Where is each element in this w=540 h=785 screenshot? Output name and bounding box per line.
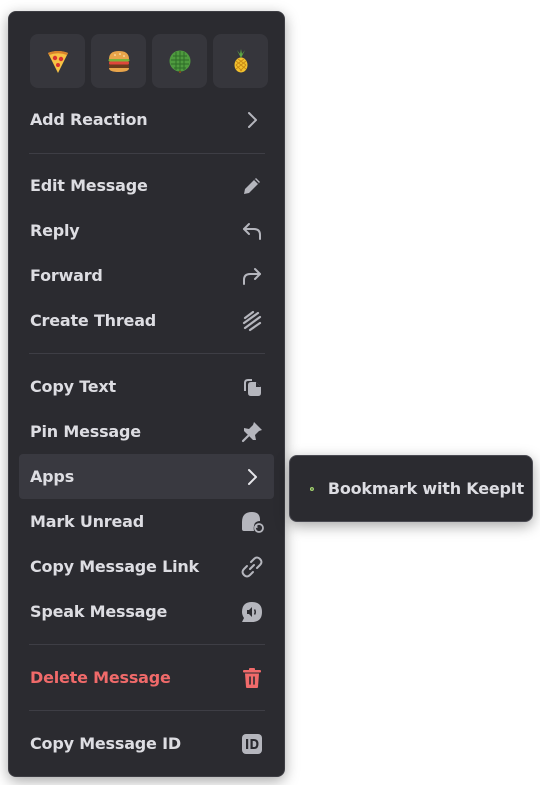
pizza-emoji-icon bbox=[47, 51, 68, 73]
menu-item-copy-text[interactable]: Copy Text bbox=[19, 364, 274, 409]
pin-message-label: Pin Message bbox=[30, 422, 141, 441]
pin-icon bbox=[240, 420, 264, 444]
apps-submenu: Bookmark with KeepIt bbox=[289, 455, 533, 522]
reply-label: Reply bbox=[30, 221, 80, 240]
id-badge-icon bbox=[240, 732, 264, 756]
menu-item-reply[interactable]: Reply bbox=[19, 208, 274, 253]
quick-reactions-row bbox=[30, 34, 268, 88]
menu-item-copy-message-link[interactable]: Copy Message Link bbox=[19, 544, 274, 589]
delete-message-label: Delete Message bbox=[30, 668, 171, 687]
copy-icon bbox=[240, 375, 264, 399]
menu-item-edit-message[interactable]: Edit Message bbox=[19, 163, 274, 208]
forward-label: Forward bbox=[30, 266, 103, 285]
pencil-icon bbox=[240, 174, 264, 198]
copy-text-label: Copy Text bbox=[30, 377, 116, 396]
menu-divider bbox=[29, 644, 265, 645]
menu-divider bbox=[29, 710, 265, 711]
menu-item-apps[interactable]: Apps bbox=[19, 454, 274, 499]
chevron-right-icon bbox=[240, 465, 264, 489]
menu-divider bbox=[29, 153, 265, 154]
message-context-menu: Add Reaction Edit Message Reply Forward bbox=[8, 11, 285, 777]
menu-divider bbox=[29, 353, 265, 354]
submenu-item-bookmark-keepit[interactable]: Bookmark with KeepIt bbox=[298, 466, 524, 511]
menu-item-add-reaction[interactable]: Add Reaction bbox=[19, 97, 274, 142]
copy-message-id-label: Copy Message ID bbox=[30, 734, 181, 753]
create-thread-label: Create Thread bbox=[30, 311, 157, 330]
quick-reaction-hamburger[interactable] bbox=[91, 34, 146, 88]
trash-icon bbox=[240, 666, 264, 690]
link-icon bbox=[240, 555, 264, 579]
menu-item-forward[interactable]: Forward bbox=[19, 253, 274, 298]
reply-arrow-icon bbox=[240, 219, 264, 243]
speak-message-label: Speak Message bbox=[30, 602, 168, 621]
menu-item-create-thread[interactable]: Create Thread bbox=[19, 298, 274, 343]
quick-reaction-melon[interactable] bbox=[152, 34, 207, 88]
quick-reaction-pineapple[interactable] bbox=[213, 34, 268, 88]
add-reaction-label: Add Reaction bbox=[30, 110, 148, 129]
pineapple-emoji-icon bbox=[234, 49, 247, 73]
mark-unread-label: Mark Unread bbox=[30, 512, 144, 531]
menu-item-speak-message[interactable]: Speak Message bbox=[19, 589, 274, 634]
bookmark-keepit-label: Bookmark with KeepIt bbox=[327, 479, 524, 498]
quick-reaction-pizza[interactable] bbox=[30, 34, 85, 88]
thread-icon bbox=[240, 309, 264, 333]
speaker-icon bbox=[240, 600, 264, 624]
apps-label: Apps bbox=[30, 467, 75, 486]
menu-item-pin-message[interactable]: Pin Message bbox=[19, 409, 274, 454]
forward-arrow-icon bbox=[240, 264, 264, 288]
chevron-right-icon bbox=[240, 108, 264, 132]
melon-emoji-icon bbox=[169, 50, 190, 73]
menu-item-mark-unread[interactable]: Mark Unread bbox=[19, 499, 274, 544]
menu-item-copy-message-id[interactable]: Copy Message ID bbox=[19, 721, 274, 766]
keepit-app-icon bbox=[310, 486, 314, 491]
menu-item-delete-message[interactable]: Delete Message bbox=[19, 655, 274, 700]
mark-unread-icon bbox=[240, 510, 264, 534]
hamburger-emoji-icon bbox=[108, 51, 129, 72]
edit-message-label: Edit Message bbox=[30, 176, 148, 195]
copy-message-link-label: Copy Message Link bbox=[30, 557, 199, 576]
